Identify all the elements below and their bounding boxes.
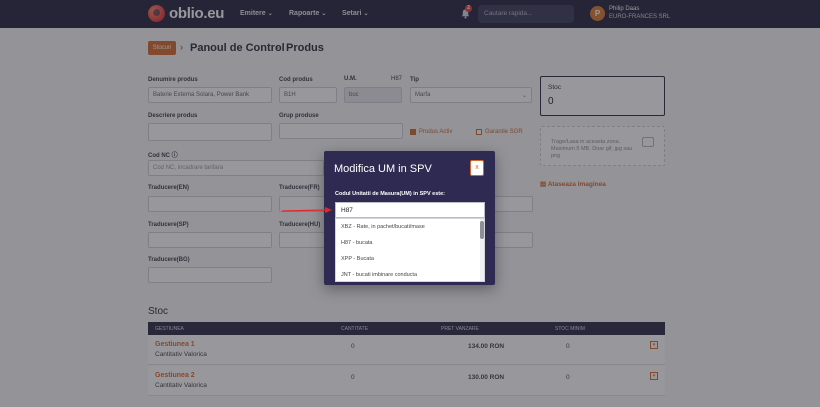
dropdown-option[interactable]: XBZ - Rate, in pachet/bucati/mase bbox=[341, 224, 425, 230]
dropdown-option[interactable]: JNT - bucati imbinare conducta bbox=[341, 272, 417, 278]
modal-close-button[interactable]: x bbox=[470, 160, 484, 176]
modal-title: Modifica UM in SPV bbox=[334, 163, 432, 175]
um-code-dropdown: XBZ - Rate, in pachet/bucati/mase H87 - … bbox=[335, 218, 485, 282]
dropdown-scrollbar[interactable] bbox=[480, 219, 484, 281]
dropdown-scroll-thumb[interactable] bbox=[480, 221, 484, 239]
um-code-label: Codul Unitatii de Masura(UM) in SPV este… bbox=[335, 191, 446, 197]
um-code-input[interactable]: H87 bbox=[335, 202, 485, 218]
annotation-arrow-icon bbox=[281, 207, 332, 213]
dropdown-option[interactable]: XPP - Bucata bbox=[341, 256, 374, 262]
dropdown-option[interactable]: H87 - bucata bbox=[341, 240, 373, 246]
